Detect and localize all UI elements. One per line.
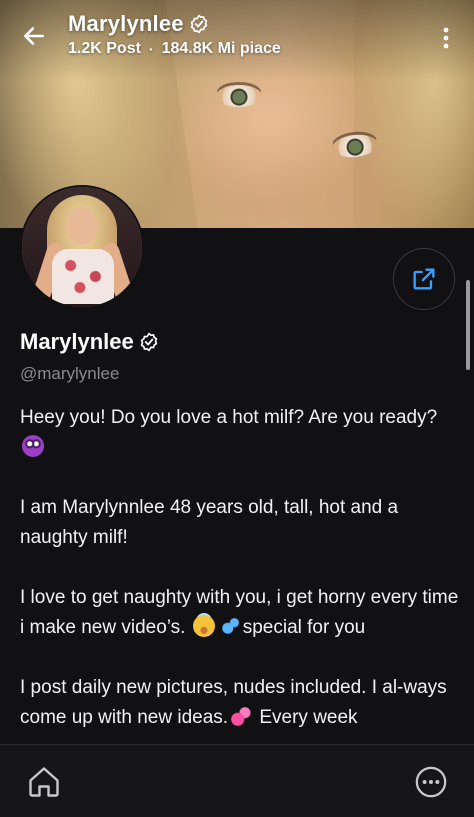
verified-badge-icon xyxy=(140,332,158,352)
header-stats: 1.2K Post · 184.8K Mi piace xyxy=(68,40,281,58)
more-horizontal-icon xyxy=(415,766,447,798)
bio-text-1: Heey you! Do you love a hot milf? Are yo… xyxy=(20,407,438,428)
bio-paragraph: I post daily new pictures, nudes include… xyxy=(20,673,460,733)
home-icon xyxy=(29,767,59,797)
bio-paragraph: I love to get naughty with you, i get ho… xyxy=(20,583,460,643)
smiling-devil-emoji-icon xyxy=(22,435,44,457)
top-bar: Marylynlee 1.2K Post · 184.8K Mi piace xyxy=(0,0,474,80)
profile-name-text: Marylynlee xyxy=(20,329,134,354)
profile-handle: @marylynlee xyxy=(20,364,120,383)
scrollbar[interactable] xyxy=(466,280,470,370)
arrow-left-icon xyxy=(24,27,44,45)
share-icon xyxy=(413,268,435,290)
likes-count: 184.8K Mi piace xyxy=(161,40,281,57)
menu-button[interactable] xyxy=(432,24,460,52)
avatar[interactable] xyxy=(20,185,144,309)
more-button[interactable] xyxy=(412,763,450,801)
verified-badge-icon xyxy=(190,14,208,34)
bio-text-3b: special for you xyxy=(242,617,366,638)
header-title-text: Marylynlee xyxy=(68,11,184,36)
bio-text-2: I am Marylynnlee 48 years old, tall, hot… xyxy=(20,497,399,548)
share-button[interactable] xyxy=(393,248,455,310)
post-count: 1.2K Post xyxy=(68,40,141,57)
bio-paragraph: I am Marylynnlee 48 years old, tall, hot… xyxy=(20,493,460,553)
profile-name: Marylynlee xyxy=(20,329,159,355)
two-hearts-emoji-icon xyxy=(230,705,253,727)
stats-separator: · xyxy=(148,41,154,57)
bio: Heey you! Do you love a hot milf? Are yo… xyxy=(20,403,460,745)
avatar-floral-top xyxy=(52,249,114,304)
header-title: Marylynlee xyxy=(68,11,209,37)
vertical-dots-icon xyxy=(443,27,449,49)
bio-paragraph: Heey you! Do you love a hot milf? Are yo… xyxy=(20,403,460,463)
back-button[interactable] xyxy=(18,20,50,52)
bio-text-4b: Every week xyxy=(259,707,358,728)
angel-emoji-icon xyxy=(192,615,215,637)
avatar-face xyxy=(67,207,97,245)
sweat-droplets-emoji-icon xyxy=(218,615,241,637)
cover-eye-left xyxy=(216,85,262,107)
bottom-nav xyxy=(0,744,474,817)
home-button[interactable] xyxy=(24,762,64,802)
